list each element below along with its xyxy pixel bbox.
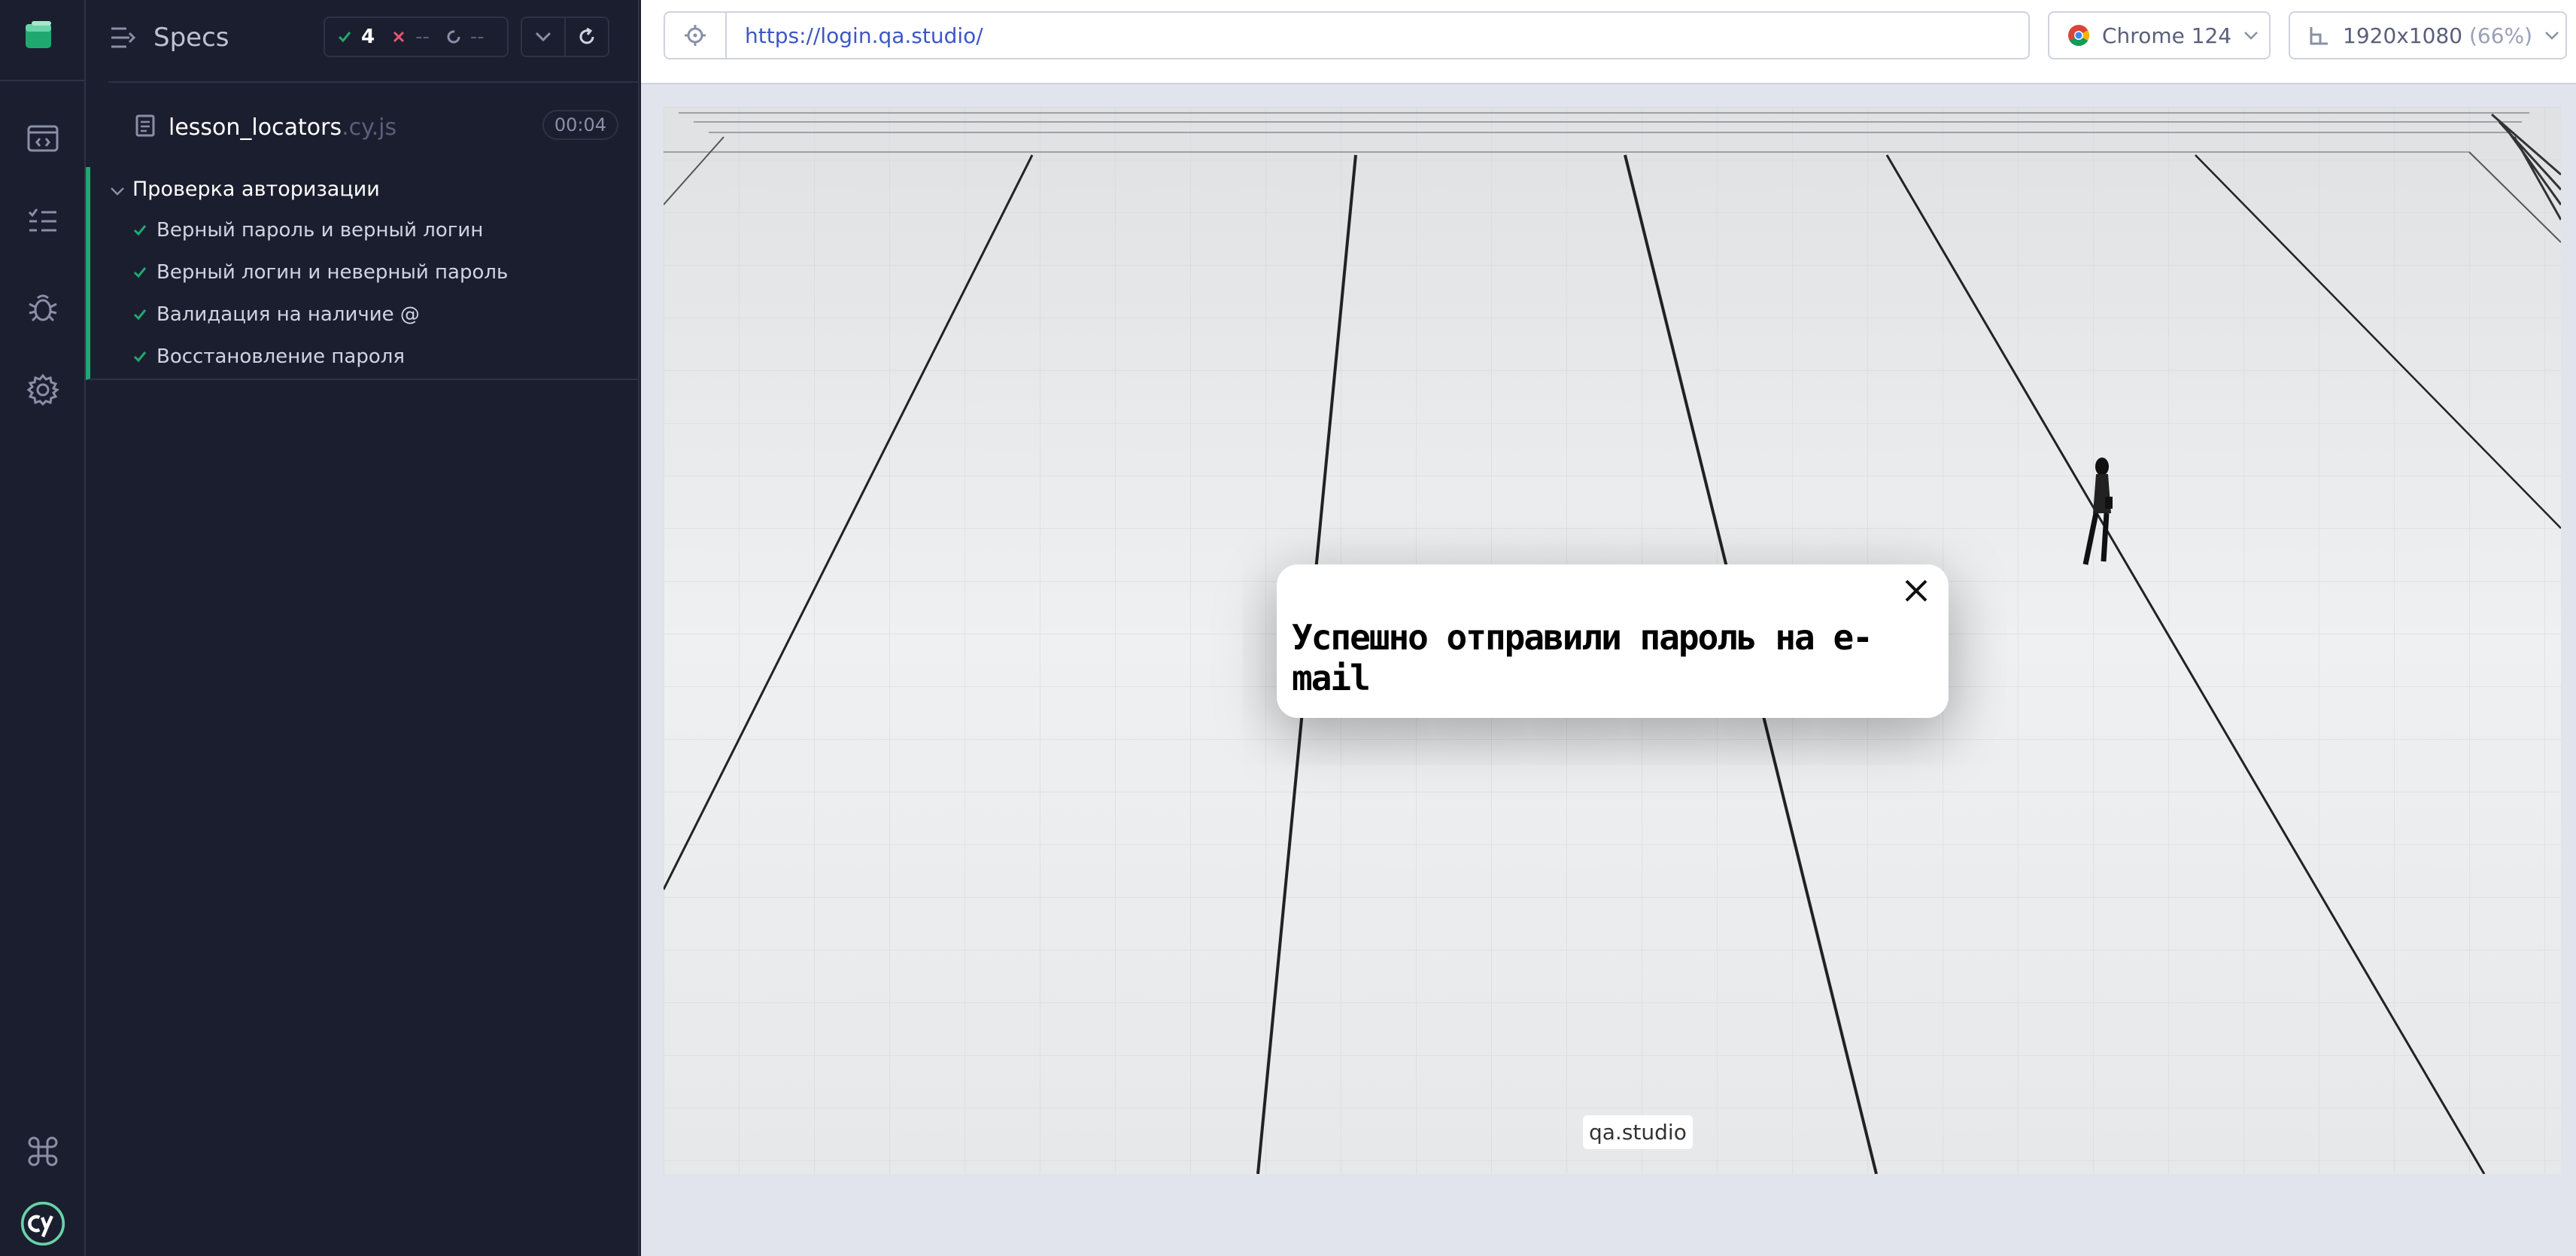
app-under-test-frame: Успешно отправили пароль на e-mail qa.st… bbox=[664, 107, 2561, 1174]
settings-gear-icon bbox=[26, 373, 59, 406]
browser-selector[interactable]: Chrome 124 bbox=[2048, 11, 2271, 59]
test-item[interactable]: Верный логин и неверный пароль bbox=[132, 251, 508, 293]
test-suite: Проверка авторизации Верный пароль и вер… bbox=[86, 167, 639, 380]
test-label: Восстановление пароля bbox=[156, 345, 406, 368]
selector-playground-button[interactable] bbox=[665, 13, 727, 58]
spinner-icon bbox=[447, 30, 460, 44]
test-label: Валидация на наличие @ bbox=[156, 303, 420, 326]
chevron-down-icon bbox=[2545, 32, 2559, 40]
chevron-down-icon[interactable] bbox=[110, 187, 125, 197]
url-text[interactable]: https://login.qa.studio/ bbox=[745, 23, 983, 48]
popup-message: Успешно отправили пароль на e-mail bbox=[1292, 617, 1873, 698]
app-logo-icon bbox=[26, 21, 51, 48]
close-icon[interactable] bbox=[1903, 578, 1929, 604]
pending-count: -- bbox=[446, 26, 485, 48]
command-icon bbox=[28, 1136, 58, 1166]
test-item[interactable]: Восстановление пароля bbox=[132, 336, 405, 378]
viewport-icon bbox=[2310, 27, 2328, 45]
specs-panel-header: Specs 4 -- -- bbox=[86, 0, 639, 81]
icon-rail bbox=[0, 0, 86, 1256]
watermark-label: qa.studio bbox=[1583, 1115, 1693, 1149]
test-list-icon bbox=[28, 208, 56, 232]
expand-dropdown-button[interactable] bbox=[521, 17, 566, 57]
spec-file-header[interactable]: lesson_locators.cy.js 00:04 bbox=[108, 81, 639, 166]
crosshair-icon bbox=[685, 25, 706, 46]
browser-window-icon bbox=[27, 125, 59, 152]
test-label: Верный логин и неверный пароль bbox=[156, 261, 509, 284]
test-item[interactable]: Валидация на наличие @ bbox=[132, 293, 420, 336]
specs-nav-button[interactable] bbox=[20, 199, 65, 244]
check-icon bbox=[133, 267, 147, 278]
specs-panel: Specs 4 -- -- lesson_locators.cy.js 00:0… bbox=[86, 0, 639, 1256]
browser-label: Chrome 124 bbox=[2102, 23, 2232, 48]
url-bar: https://login.qa.studio/ bbox=[664, 11, 2030, 59]
success-popup: Успешно отправили пароль на e-mail bbox=[1277, 564, 1949, 718]
suite-title[interactable]: Проверка авторизации bbox=[132, 178, 380, 201]
check-icon bbox=[133, 351, 147, 363]
specs-title[interactable]: Specs bbox=[153, 23, 229, 53]
test-item[interactable]: Верный пароль и верный логин bbox=[132, 209, 483, 251]
chrome-icon bbox=[2068, 25, 2089, 46]
viewport-size: 1920x1080 (66%) bbox=[2343, 23, 2533, 48]
app-logo bbox=[0, 0, 86, 81]
passed-count: 4 bbox=[337, 26, 375, 48]
viewport-selector[interactable]: 1920x1080 (66%) bbox=[2289, 11, 2567, 59]
cross-icon bbox=[393, 31, 405, 43]
spec-file-name: lesson_locators.cy.js bbox=[169, 114, 397, 141]
viewport-scale: (66%) bbox=[2469, 23, 2533, 48]
runner-nav-button[interactable] bbox=[20, 116, 65, 161]
chevron-down-icon bbox=[2244, 32, 2259, 40]
bug-icon bbox=[29, 294, 57, 322]
check-icon bbox=[133, 225, 147, 236]
failed-count: -- bbox=[391, 26, 430, 48]
check-icon bbox=[133, 309, 147, 321]
cypress-logo-icon bbox=[20, 1201, 65, 1246]
collapse-menu-icon[interactable] bbox=[108, 24, 138, 51]
chevron-down-icon bbox=[535, 32, 551, 42]
runner-toolbar: https://login.qa.studio/ Chrome 124 1920… bbox=[641, 0, 2576, 84]
test-stats: 4 -- -- bbox=[324, 17, 509, 57]
document-icon bbox=[135, 114, 155, 137]
rerun-button[interactable] bbox=[564, 17, 609, 57]
check-icon bbox=[338, 32, 351, 43]
spec-duration: 00:04 bbox=[542, 110, 618, 140]
main-area: https://login.qa.studio/ Chrome 124 1920… bbox=[641, 0, 2576, 1256]
debug-nav-button[interactable] bbox=[20, 284, 65, 330]
test-label: Верный пароль и верный логин bbox=[156, 219, 484, 242]
cypress-logo bbox=[20, 1201, 65, 1246]
refresh-icon bbox=[579, 27, 594, 44]
settings-nav-button[interactable] bbox=[20, 367, 65, 412]
keyboard-shortcuts-button[interactable] bbox=[20, 1129, 65, 1174]
spec-file-extension: .cy.js bbox=[342, 114, 397, 141]
